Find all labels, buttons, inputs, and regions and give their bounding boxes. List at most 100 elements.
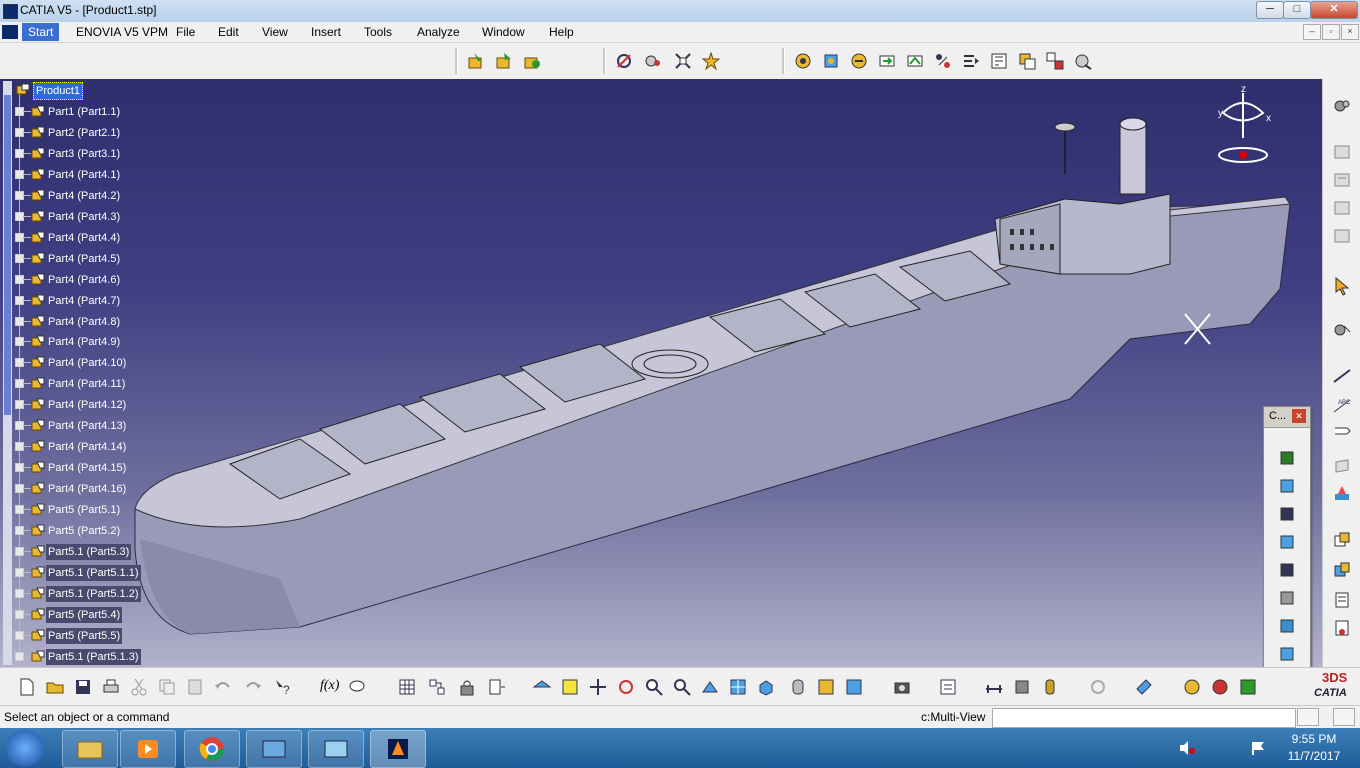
- flexible-subassembly-icon[interactable]: [988, 50, 1010, 72]
- menu-enovia[interactable]: ENOVIA V5 VPM: [76, 25, 168, 39]
- part-icon[interactable]: [31, 419, 45, 432]
- annotation-text-icon[interactable]: ABC: [1331, 395, 1353, 417]
- windows-start-icon[interactable]: [6, 730, 44, 766]
- doc-close-button[interactable]: ×: [1341, 24, 1359, 40]
- part-icon[interactable]: [31, 461, 45, 474]
- bill-of-material-icon[interactable]: [1331, 589, 1353, 611]
- catalog-open-icon[interactable]: [1331, 197, 1353, 219]
- explode-icon[interactable]: [672, 50, 694, 72]
- part-icon[interactable]: [31, 398, 45, 411]
- part-icon[interactable]: [31, 273, 45, 286]
- clash-icon[interactable]: [1276, 447, 1298, 469]
- tree-item[interactable]: Part5.1 (Part5.1.1): [46, 564, 141, 581]
- document-icon[interactable]: [2, 25, 18, 39]
- tree-root-product1[interactable]: Product1: [33, 82, 84, 100]
- chrome-icon[interactable]: [184, 730, 240, 768]
- whats-this-icon[interactable]: ?: [272, 676, 294, 698]
- floating-toolbar-palette[interactable]: C... ✕: [1263, 406, 1311, 667]
- shading-icon[interactable]: [787, 676, 809, 698]
- open-folder-icon[interactable]: [44, 676, 66, 698]
- doc-restore-button[interactable]: ▫: [1322, 24, 1340, 40]
- manipulation-icon[interactable]: [613, 50, 635, 72]
- part-icon[interactable]: [31, 440, 45, 453]
- new-component-icon[interactable]: [465, 50, 487, 72]
- part-icon[interactable]: [31, 629, 45, 642]
- part-icon[interactable]: [31, 294, 45, 307]
- network-flag-icon[interactable]: [1250, 740, 1266, 759]
- part-icon[interactable]: [31, 524, 45, 537]
- part-icon[interactable]: [31, 252, 45, 265]
- maximize-button[interactable]: □: [1283, 1, 1311, 19]
- minimize-button[interactable]: ─: [1256, 1, 1284, 19]
- tree-scrollbar-thumb[interactable]: [4, 95, 11, 415]
- volume-muted-icon[interactable]: [1178, 740, 1196, 759]
- coincidence-constraint-icon[interactable]: [792, 50, 814, 72]
- menu-edit[interactable]: Edit: [218, 25, 239, 39]
- sectioning-icon[interactable]: [1276, 531, 1298, 553]
- flag-note-icon[interactable]: [1331, 423, 1353, 445]
- section-icon[interactable]: [1331, 559, 1353, 581]
- file-explorer-icon[interactable]: [62, 730, 118, 768]
- compare-icon[interactable]: [1276, 643, 1298, 665]
- palette-close-button[interactable]: ✕: [1292, 409, 1306, 423]
- offset-constraint-icon[interactable]: [848, 50, 870, 72]
- command-stop-button[interactable]: [1297, 708, 1319, 726]
- reuse-pattern-icon[interactable]: [1044, 50, 1066, 72]
- fly-mode-icon[interactable]: [531, 676, 553, 698]
- clock-time[interactable]: 9:55 PM: [1282, 732, 1346, 746]
- tree-item[interactable]: Part4 (Part4.11): [46, 376, 127, 392]
- tree-item[interactable]: Part2 (Part2.1): [46, 125, 122, 141]
- part-icon[interactable]: [31, 650, 45, 663]
- knowledge-icon[interactable]: [426, 676, 448, 698]
- viewpoint-icon[interactable]: [1276, 615, 1298, 637]
- select-arrow-icon[interactable]: [1331, 275, 1353, 297]
- gears-icon[interactable]: [1331, 95, 1353, 117]
- fix-component-icon[interactable]: [904, 50, 926, 72]
- close-button[interactable]: ✕: [1310, 1, 1358, 19]
- iso-view-icon[interactable]: [755, 676, 777, 698]
- multi-view-icon[interactable]: [727, 676, 749, 698]
- lock-icon[interactable]: [456, 676, 478, 698]
- part-icon[interactable]: [31, 356, 45, 369]
- fit-all-icon[interactable]: [559, 676, 581, 698]
- print-icon[interactable]: [100, 676, 122, 698]
- menu-insert[interactable]: Insert: [311, 25, 341, 39]
- workbench-c-icon[interactable]: [1237, 676, 1259, 698]
- command-zoom-button[interactable]: [1333, 708, 1355, 726]
- tree-item[interactable]: Part4 (Part4.10): [46, 355, 128, 371]
- tree-item[interactable]: Part1 (Part1.1): [46, 104, 122, 120]
- save-icon[interactable]: [72, 676, 94, 698]
- tree-item[interactable]: Part5 (Part5.2): [46, 523, 122, 539]
- measure-between-icon[interactable]: [1331, 365, 1353, 387]
- hide-show-icon[interactable]: [815, 676, 837, 698]
- catia-taskbar-icon[interactable]: [370, 730, 426, 768]
- part-icon[interactable]: [31, 503, 45, 516]
- contact-constraint-icon[interactable]: [820, 50, 842, 72]
- menu-tools[interactable]: Tools: [364, 25, 392, 39]
- doc-minimize-button[interactable]: –: [1303, 24, 1321, 40]
- tree-item[interactable]: Part4 (Part4.15): [46, 460, 128, 476]
- part-icon[interactable]: [31, 608, 45, 621]
- fix-together-icon[interactable]: [932, 50, 954, 72]
- catalog-browse-icon[interactable]: [1331, 169, 1353, 191]
- part-icon[interactable]: [31, 147, 45, 160]
- power-input-field[interactable]: [992, 708, 1296, 728]
- apply-material-icon[interactable]: [1331, 483, 1353, 505]
- tree-scrollbar[interactable]: [3, 81, 12, 665]
- menu-start[interactable]: Start: [22, 23, 60, 41]
- refresh-icon[interactable]: [1087, 676, 1109, 698]
- part-icon[interactable]: [31, 482, 45, 495]
- menu-view[interactable]: View: [262, 25, 288, 39]
- tree-item[interactable]: Part4 (Part4.5): [46, 251, 122, 267]
- swap-visible-icon[interactable]: [843, 676, 865, 698]
- measure-inertia-icon[interactable]: [1039, 676, 1061, 698]
- part-icon[interactable]: [31, 315, 45, 328]
- tree-item[interactable]: Part5.1 (Part5.1.3): [46, 648, 141, 665]
- control-panel-icon[interactable]: [246, 730, 302, 768]
- pan-icon[interactable]: [587, 676, 609, 698]
- catia-app-icon[interactable]: [3, 4, 18, 19]
- section-cut-icon[interactable]: [1276, 475, 1298, 497]
- capture-camera-icon[interactable]: [891, 676, 913, 698]
- zoom-in-icon[interactable]: [643, 676, 665, 698]
- tree-item[interactable]: Part5.1 (Part5.3): [46, 543, 132, 560]
